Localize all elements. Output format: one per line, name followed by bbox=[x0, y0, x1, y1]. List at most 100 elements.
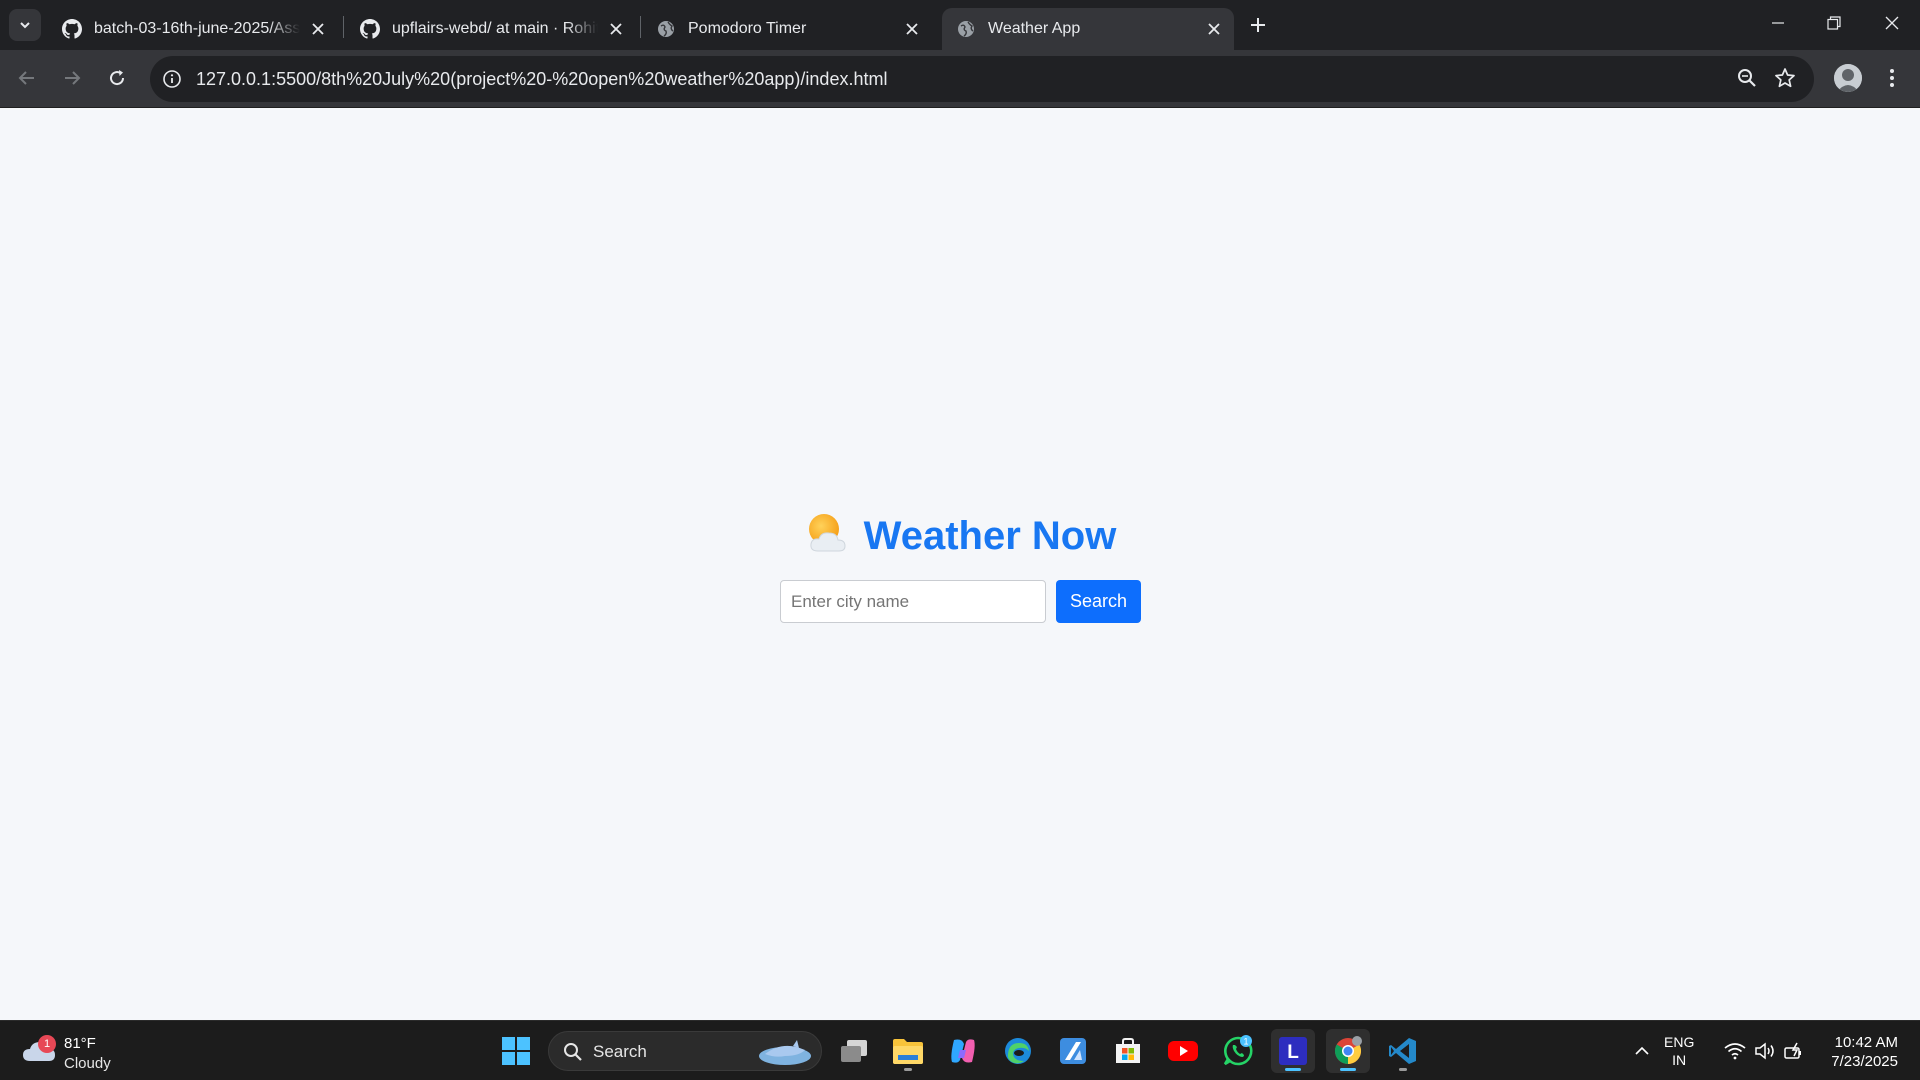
battery-status[interactable] bbox=[1782, 1021, 1808, 1080]
speaker-icon bbox=[1755, 1042, 1774, 1060]
wifi-icon bbox=[1724, 1043, 1746, 1060]
chevron-up-icon bbox=[1635, 1046, 1649, 1055]
taskbar-search-label: Search bbox=[593, 1042, 647, 1061]
search-icon bbox=[564, 1043, 582, 1061]
close-icon[interactable] bbox=[902, 19, 922, 39]
restore-button[interactable] bbox=[1806, 0, 1862, 46]
reload-icon bbox=[110, 70, 125, 86]
edge-button[interactable] bbox=[996, 1029, 1040, 1073]
chrome-icon bbox=[1334, 1036, 1362, 1065]
l-app-icon: L bbox=[1279, 1037, 1307, 1065]
tab-weather-app[interactable]: Weather App bbox=[942, 8, 1234, 50]
arrow-left-icon bbox=[18, 71, 34, 85]
tab-pomodoro-timer[interactable]: Pomodoro Timer bbox=[642, 8, 932, 50]
site-info-icon[interactable] bbox=[160, 67, 184, 91]
windows-taskbar: 1 81°F Cloudy Search 1 L ENG IN 10:42 AM… bbox=[0, 1020, 1920, 1080]
system-clock[interactable]: 10:42 AM 7/23/2025 bbox=[1820, 1033, 1898, 1071]
vector-app-button[interactable] bbox=[1051, 1029, 1095, 1073]
taskbar-search-box[interactable]: Search bbox=[548, 1031, 822, 1071]
browser-menu-button[interactable] bbox=[1880, 63, 1904, 93]
show-hidden-icons-button[interactable] bbox=[1628, 1021, 1656, 1080]
whatsapp-button[interactable]: 1 bbox=[1216, 1029, 1260, 1073]
whatsapp-icon: 1 bbox=[1223, 1035, 1253, 1066]
globe-icon bbox=[656, 19, 676, 39]
input-language-indicator[interactable]: ENG IN bbox=[1664, 1033, 1694, 1069]
browser-toolbar: 127.0.0.1:5500/8th%20July%20(project%20-… bbox=[0, 50, 1920, 108]
microsoft-store-button[interactable] bbox=[1106, 1029, 1150, 1073]
wifi-status[interactable] bbox=[1722, 1021, 1748, 1080]
search-button[interactable]: Search bbox=[1056, 580, 1141, 623]
weather-temperature: 81°F bbox=[64, 1035, 96, 1052]
language-code: ENG bbox=[1664, 1034, 1695, 1050]
url-text[interactable]: 127.0.0.1:5500/8th%20July%20(project%20-… bbox=[196, 69, 887, 90]
globe-icon bbox=[956, 19, 976, 39]
minimize-icon bbox=[1772, 22, 1784, 24]
windows-start-button[interactable] bbox=[494, 1029, 538, 1073]
task-view-icon bbox=[841, 1040, 867, 1062]
city-name-input[interactable] bbox=[780, 580, 1046, 623]
battery-charging-icon bbox=[1784, 1042, 1801, 1059]
page-title: Weather Now bbox=[0, 511, 1920, 559]
notification-badge: 1 bbox=[38, 1035, 56, 1053]
forward-button[interactable] bbox=[55, 61, 89, 95]
file-explorer-icon bbox=[893, 1039, 923, 1064]
address-bar[interactable]: 127.0.0.1:5500/8th%20July%20(project%20-… bbox=[150, 56, 1814, 102]
svg-text:L: L bbox=[1287, 1042, 1299, 1063]
chrome-button[interactable] bbox=[1326, 1029, 1370, 1073]
page-title-text: Weather Now bbox=[863, 514, 1117, 558]
more-vert-icon bbox=[1890, 69, 1894, 87]
new-tab-button[interactable] bbox=[1243, 10, 1273, 40]
file-explorer-button[interactable] bbox=[886, 1029, 930, 1073]
profile-avatar[interactable] bbox=[1834, 64, 1862, 92]
back-button[interactable] bbox=[10, 61, 44, 95]
restore-icon bbox=[1827, 16, 1841, 30]
edge-icon bbox=[1005, 1038, 1031, 1064]
copilot-icon bbox=[951, 1039, 975, 1063]
copilot-button[interactable] bbox=[941, 1029, 985, 1073]
l-app-button[interactable]: L bbox=[1271, 1029, 1315, 1073]
tab-search-button[interactable] bbox=[9, 9, 41, 41]
chevron-down-icon bbox=[20, 22, 30, 29]
arrow-right-icon bbox=[65, 71, 81, 85]
search-highlight-dolphin-icon bbox=[759, 1040, 811, 1065]
minimize-button[interactable] bbox=[1750, 0, 1806, 46]
tab-title: batch-03-16th-june-2025/Assig bbox=[94, 20, 300, 37]
tab-separator bbox=[343, 16, 344, 38]
bookmark-star-icon[interactable] bbox=[1774, 67, 1798, 91]
city-search-form: Search bbox=[780, 580, 1141, 624]
close-window-button[interactable] bbox=[1864, 0, 1920, 46]
youtube-icon bbox=[1168, 1041, 1198, 1061]
reload-button[interactable] bbox=[100, 61, 134, 95]
weather-app-page: Weather Now Search bbox=[0, 109, 1920, 1020]
tab-upflairs-webd[interactable]: upflairs-webd/ at main · RohitS bbox=[346, 8, 636, 50]
vscode-button[interactable] bbox=[1381, 1029, 1425, 1073]
weather-widget[interactable]: 1 81°F Cloudy bbox=[22, 1029, 132, 1075]
github-icon bbox=[62, 19, 82, 39]
user-avatar-icon bbox=[1834, 64, 1862, 92]
microsoft-store-icon bbox=[1116, 1038, 1140, 1063]
clock-date: 7/23/2025 bbox=[1831, 1053, 1898, 1070]
browser-tab-strip: batch-03-16th-june-2025/Assig upflairs-w… bbox=[0, 0, 1920, 50]
close-icon[interactable] bbox=[308, 19, 328, 39]
vector-app-icon bbox=[1060, 1038, 1086, 1064]
windows-start-icon bbox=[502, 1037, 530, 1065]
close-icon[interactable] bbox=[1204, 19, 1224, 39]
task-view-button[interactable] bbox=[832, 1029, 876, 1073]
vscode-icon bbox=[1389, 1038, 1416, 1064]
sun-behind-cloud-icon bbox=[808, 514, 846, 552]
volume-control[interactable] bbox=[1752, 1021, 1778, 1080]
plus-icon bbox=[1251, 18, 1265, 32]
weather-condition: Cloudy bbox=[64, 1055, 111, 1072]
tab-title: Pomodoro Timer bbox=[688, 20, 807, 37]
github-icon bbox=[360, 19, 380, 39]
language-region: IN bbox=[1672, 1052, 1687, 1068]
youtube-button[interactable] bbox=[1161, 1029, 1205, 1073]
tab-separator bbox=[640, 16, 641, 38]
close-icon bbox=[1885, 16, 1899, 30]
tab-batch-assignments[interactable]: batch-03-16th-june-2025/Assig bbox=[48, 8, 338, 50]
clock-time: 10:42 AM bbox=[1834, 1034, 1898, 1051]
close-icon[interactable] bbox=[606, 19, 626, 39]
tab-title: upflairs-webd/ at main · RohitS bbox=[392, 20, 598, 37]
zoom-icon[interactable] bbox=[1736, 67, 1760, 91]
tab-title: Weather App bbox=[988, 20, 1081, 37]
